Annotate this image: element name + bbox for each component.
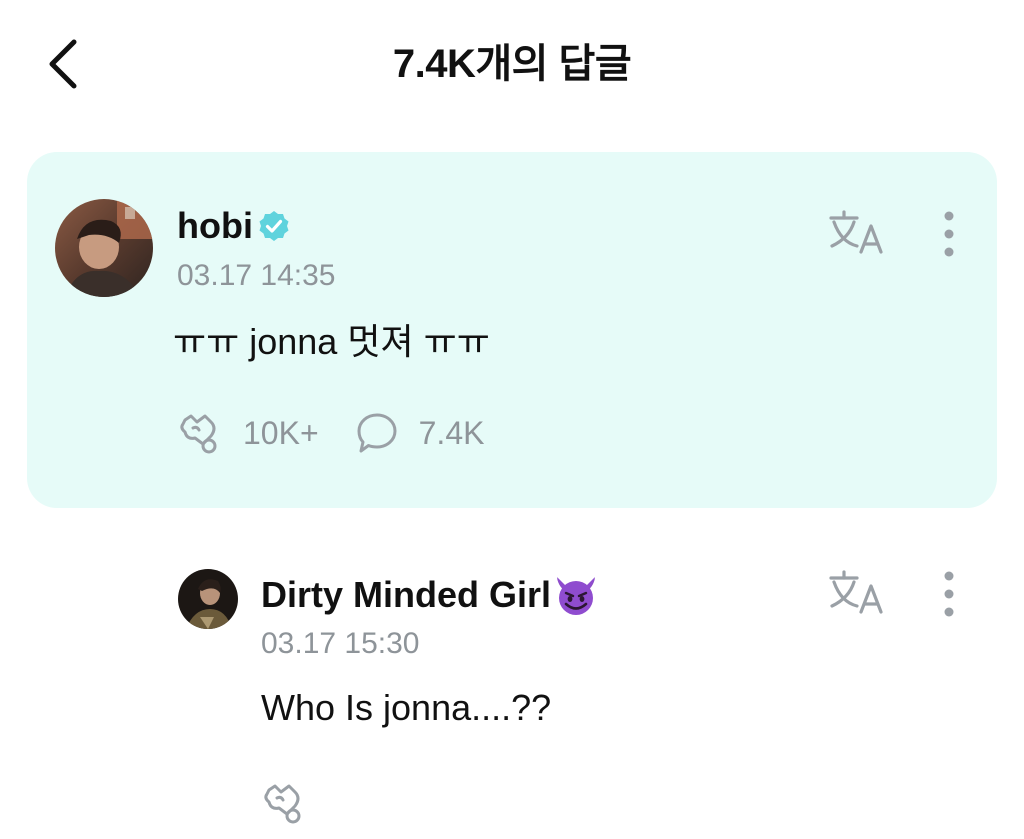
more-vertical-icon[interactable] [939, 570, 959, 618]
comment-button[interactable]: 7.4K [355, 411, 485, 455]
avatar[interactable] [55, 199, 153, 297]
avatar[interactable] [178, 569, 238, 629]
post-actions: 10K+ 7.4K [177, 410, 484, 456]
author-name[interactable]: hobi [177, 204, 291, 248]
translate-icon[interactable] [827, 208, 887, 258]
like-button[interactable]: 10K+ [177, 410, 319, 456]
like-icon [264, 784, 301, 824]
like-count: 10K+ [243, 414, 319, 451]
verified-badge-icon [259, 211, 289, 241]
reply-item: Dirty Minded Girl 03.17 15:30 Who Is jon… [0, 560, 1024, 839]
like-icon [180, 414, 217, 454]
comment-icon [357, 413, 397, 453]
comment-count: 7.4K [418, 414, 485, 451]
original-post-card: hobi 03.17 14:35 ㅠㅠ jonna 멋져 ㅠㅠ 10K+ 7.4… [27, 152, 997, 508]
post-body: ㅠㅠ jonna 멋져 ㅠㅠ [173, 321, 490, 362]
more-vertical-icon[interactable] [939, 210, 959, 258]
author-name[interactable]: Dirty Minded Girl [261, 572, 599, 618]
translate-icon[interactable] [827, 568, 887, 618]
like-button[interactable] [261, 780, 307, 826]
page-title: 7.4K개의 답글 [392, 42, 632, 86]
reply-body: Who Is jonna....?? [261, 687, 552, 728]
reply-timestamp: 03.17 15:30 [261, 627, 420, 660]
smiling-devil-icon [557, 577, 596, 615]
replies-screen: 7.4K개의 답글 hobi 03.17 14:35 ㅠㅠ jonna 멋져 ㅠ… [0, 0, 1024, 839]
post-timestamp: 03.17 14:35 [177, 259, 336, 292]
